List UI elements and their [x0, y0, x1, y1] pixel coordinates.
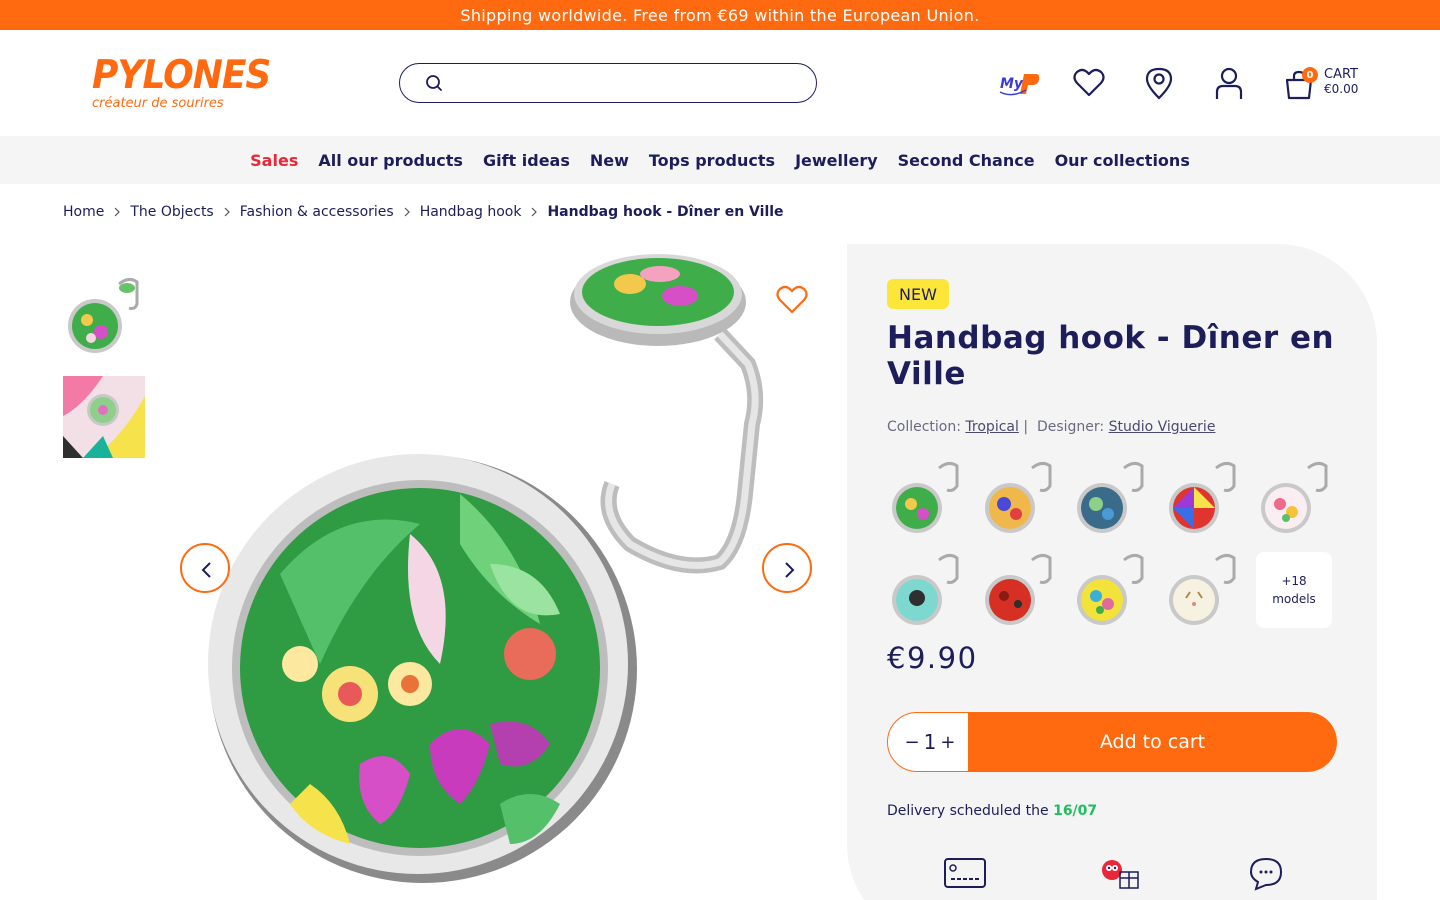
quantity-decrease-button[interactable]: − — [903, 732, 922, 753]
quantity-value[interactable]: 1 — [922, 730, 939, 754]
add-to-cart-button[interactable]: Add to cart — [968, 712, 1337, 772]
nav-item-second-chance[interactable]: Second Chance — [898, 151, 1035, 170]
cart-label: CART — [1324, 67, 1358, 82]
more-models-button[interactable]: +18 models — [1256, 552, 1332, 628]
announcement-text: Shipping worldwide. Free from €69 within… — [460, 5, 980, 25]
thumbnail-2[interactable] — [63, 376, 145, 458]
gift-owl-icon — [1102, 860, 1139, 889]
delivery-date: 16/07 — [1053, 803, 1098, 819]
logo-tagline: créateur de sourires — [92, 96, 224, 111]
search-input[interactable] — [452, 70, 802, 96]
cart-count-badge: 0 — [1302, 67, 1318, 83]
variant-swatch[interactable] — [1164, 552, 1240, 628]
main-nav: Sales All our products Gift ideas New To… — [0, 136, 1440, 184]
announcement-bar: Shipping worldwide. Free from €69 within… — [0, 0, 1440, 30]
more-models-label: models — [1272, 592, 1316, 606]
collection-label: Collection: — [887, 419, 961, 435]
designer-link[interactable]: Studio Viguerie — [1109, 419, 1216, 435]
product-meta: Collection: Tropical | Designer: Studio … — [887, 419, 1215, 435]
quantity-stepper: − 1 + — [887, 712, 973, 772]
more-models-count: +18 — [1281, 574, 1307, 588]
image-next-button[interactable] — [762, 543, 812, 593]
chat-bubble-icon — [1249, 857, 1283, 891]
new-badge: NEW — [887, 279, 949, 309]
breadcrumb: Home The Objects Fashion & accessories H… — [63, 204, 784, 220]
thumbnail-1[interactable] — [63, 274, 145, 356]
main-product-image — [208, 254, 764, 883]
variant-swatch[interactable] — [887, 552, 963, 628]
nav-item-tops-products[interactable]: Tops products — [649, 151, 775, 170]
meta-separator: | — [1023, 419, 1029, 435]
product-title: Handbag hook - Dîner en Ville — [887, 320, 1335, 392]
variant-swatch[interactable] — [1256, 460, 1332, 536]
nav-item-sales[interactable]: Sales — [250, 151, 298, 170]
chevron-left-icon — [201, 562, 211, 578]
designer-label: Designer: — [1036, 419, 1105, 435]
variant-swatch[interactable] — [980, 460, 1056, 536]
breadcrumb-current: Handbag hook - Dîner en Ville — [547, 204, 784, 220]
breadcrumb-handbag-hook[interactable]: Handbag hook — [420, 204, 522, 220]
delivery-info: Delivery scheduled the 16/07 — [887, 803, 1097, 819]
nav-item-gift-ideas[interactable]: Gift ideas — [483, 151, 570, 170]
chevron-right-icon — [785, 562, 795, 578]
collection-link[interactable]: Tropical — [965, 419, 1018, 435]
my-pylones-icon[interactable]: My — [998, 70, 1042, 98]
credit-card-icon — [944, 858, 986, 888]
nav-item-new[interactable]: New — [590, 151, 629, 170]
quantity-increase-button[interactable]: + — [938, 732, 957, 753]
variant-swatch[interactable] — [980, 552, 1056, 628]
chevron-right-icon — [114, 207, 121, 217]
search-bar[interactable] — [399, 63, 817, 103]
svg-text:My: My — [1000, 76, 1024, 92]
chevron-right-icon — [404, 207, 410, 217]
heart-icon[interactable] — [1072, 66, 1106, 100]
variant-swatch[interactable] — [1164, 460, 1240, 536]
nav-item-our-collections[interactable]: Our collections — [1055, 151, 1190, 170]
variant-swatch[interactable] — [1072, 552, 1148, 628]
image-prev-button[interactable] — [180, 543, 230, 593]
search-icon[interactable] — [424, 73, 444, 93]
logo-text: PYLONES — [92, 52, 271, 98]
location-icon[interactable] — [1142, 66, 1176, 100]
nav-item-all-products[interactable]: All our products — [318, 151, 463, 170]
nav-item-jewellery[interactable]: Jewellery — [795, 151, 878, 170]
variant-swatch[interactable] — [1072, 460, 1148, 536]
variant-swatch[interactable] — [887, 460, 963, 536]
breadcrumb-fashion[interactable]: Fashion & accessories — [240, 204, 394, 220]
breadcrumb-objects[interactable]: The Objects — [130, 204, 213, 220]
delivery-text: Delivery scheduled the — [887, 803, 1049, 819]
wishlist-heart-icon[interactable] — [774, 282, 810, 316]
user-icon[interactable] — [1212, 66, 1246, 100]
logo[interactable]: PYLONES créateur de sourires — [92, 52, 271, 114]
header: PYLONES créateur de sourires My 0 CART €… — [0, 30, 1440, 136]
chevron-right-icon — [532, 207, 538, 217]
cart-button[interactable]: 0 CART €0.00 — [1284, 66, 1374, 102]
breadcrumb-home[interactable]: Home — [63, 204, 104, 220]
cart-total: €0.00 — [1324, 82, 1359, 96]
chevron-right-icon — [224, 207, 230, 217]
product-price: €9.90 — [887, 641, 978, 675]
